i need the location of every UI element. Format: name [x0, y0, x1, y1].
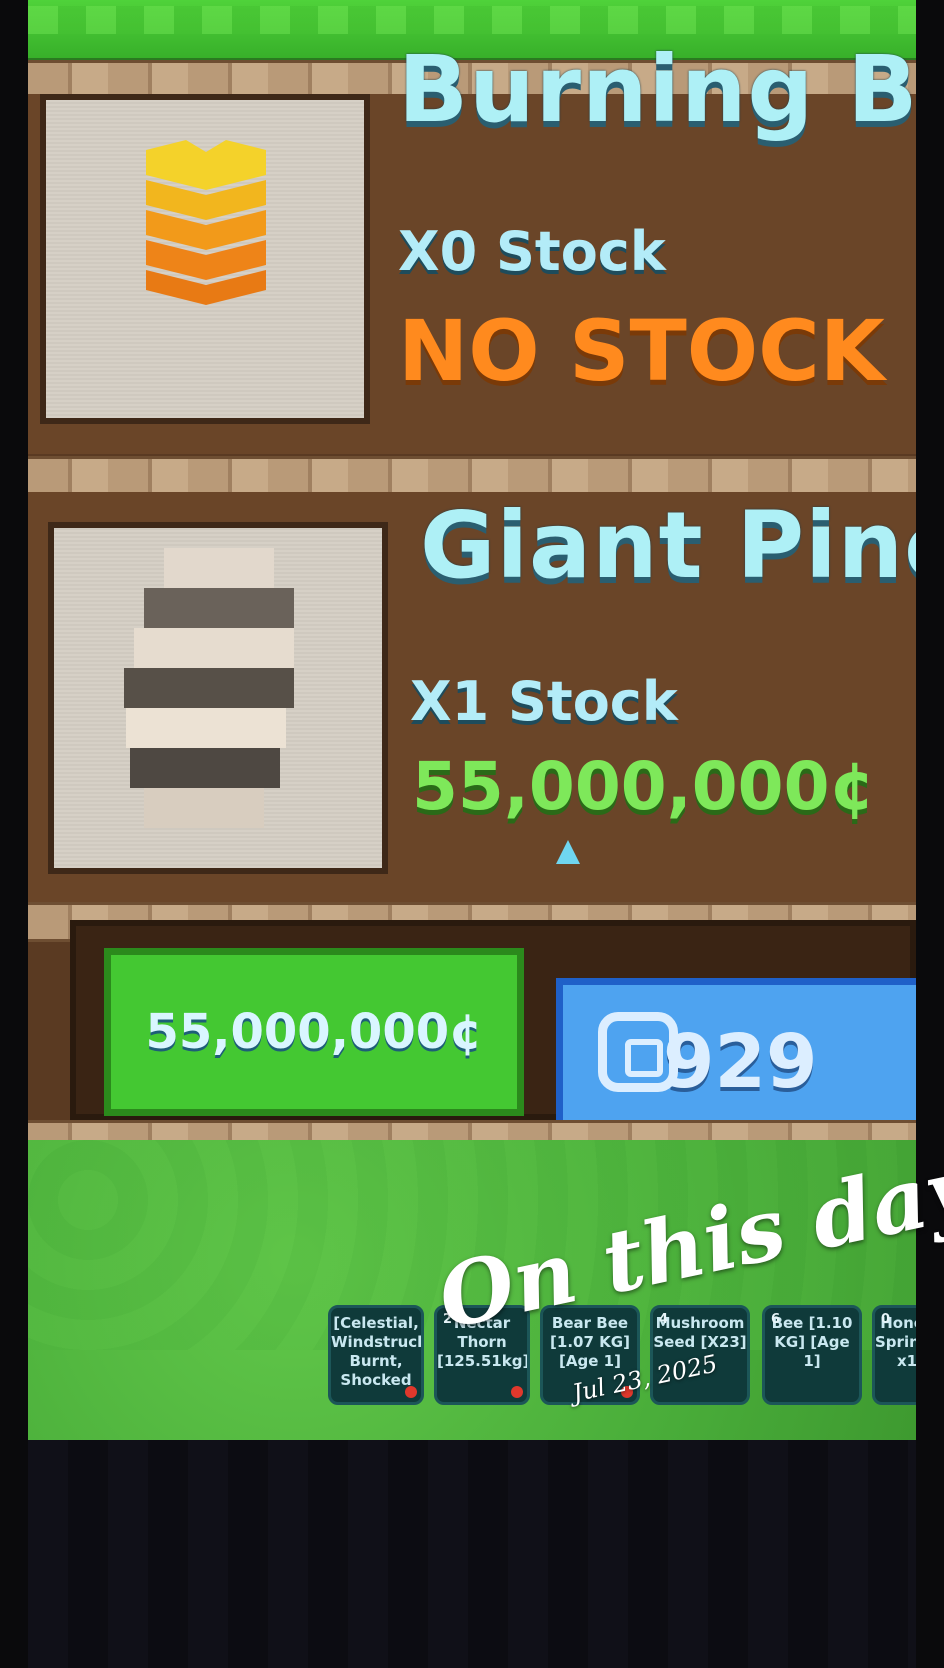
giant-pinecone-icon [124, 548, 294, 828]
item-stock-label: X0 Stock [398, 220, 666, 283]
item-stock-label: X1 Stock [410, 670, 678, 733]
favorite-icon [405, 1386, 417, 1398]
slot-number: 4 [659, 1312, 669, 1327]
robux-icon [598, 1012, 678, 1092]
slot-number: 0 [881, 1312, 891, 1327]
slot-number: 6 [771, 1312, 781, 1327]
favorite-icon [511, 1386, 523, 1398]
slot-label: [Celestial, Windstruck, Burnt, Shocked [331, 1314, 424, 1389]
top-bar-blocks [28, 6, 916, 34]
hand-cursor-icon [556, 840, 580, 864]
hotbar-slot[interactable]: 6 Bee [1.10 KG] [Age 1] [762, 1305, 862, 1405]
slot-label: Bee [1.10 KG] [Age 1] [771, 1314, 853, 1370]
shop-item-card[interactable]: Giant Pinec X1 Stock 55,000,000¢ [28, 492, 916, 902]
item-price: 55,000,000¢ [412, 748, 876, 825]
buy-with-sheckles-button[interactable]: 55,000,000¢ [104, 948, 524, 1116]
no-stock-status: NO STOCK [398, 302, 885, 400]
item-thumbnail [40, 94, 370, 424]
item-title: Giant Pinec [420, 492, 916, 599]
hotbar-slot[interactable]: [Celestial, Windstruck, Burnt, Shocked [328, 1305, 424, 1405]
wood-divider [28, 456, 916, 496]
keyboard-background [28, 1440, 916, 1668]
item-title: Burning B [398, 36, 916, 143]
robux-price: 929 [663, 1019, 818, 1105]
hotbar-slot[interactable]: 0Honey Sprinkler x1 [872, 1305, 916, 1405]
honeycomb-stack-icon [146, 140, 266, 305]
shop-item-card[interactable]: Burning B X0 Stock NO STOCK [28, 36, 916, 454]
item-thumbnail [48, 522, 388, 874]
